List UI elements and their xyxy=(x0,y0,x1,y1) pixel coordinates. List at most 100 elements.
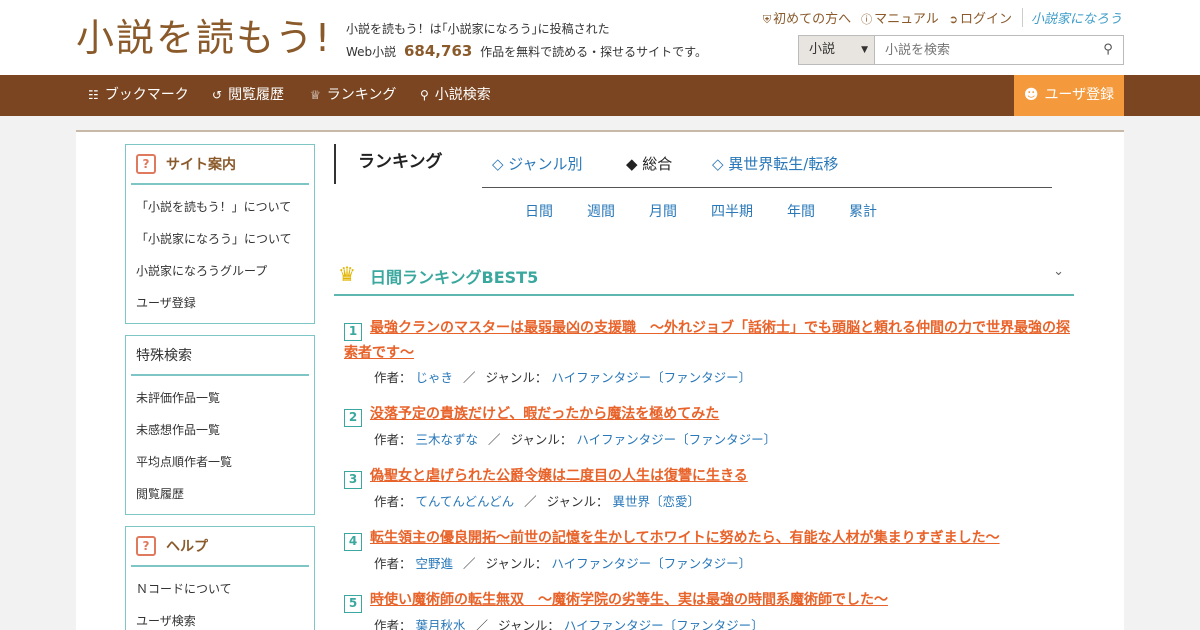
genre-label: ジャンル： xyxy=(485,370,548,385)
ranking-title: ランキング xyxy=(358,152,443,172)
genre-link[interactable]: ハイファンタジー〔ファンタジー〕 xyxy=(551,556,751,571)
novel-title-link[interactable]: 最強クランのマスターは最弱最凶の支援職 ～外れジョブ「話術士」でも頭脳と頼れる仲… xyxy=(344,320,1070,361)
genre-link[interactable]: ハイファンタジー〔ファンタジー〕 xyxy=(551,370,751,385)
genre-link[interactable]: ハイファンタジー〔ファンタジー〕 xyxy=(564,618,764,630)
ranking-header: ランキング xyxy=(334,144,443,184)
caret-down-icon: ▼ xyxy=(861,45,868,55)
genre-link[interactable]: ハイファンタジー〔ファンタジー〕 xyxy=(576,432,776,447)
period-daily[interactable]: 日間 xyxy=(525,201,553,221)
nav-ranking[interactable]: ♕ ランキング xyxy=(310,75,396,116)
sidebar-item-user-search[interactable]: ユーザ検索 xyxy=(126,605,314,630)
ranking-entry: 1 最強クランのマスターは最弱最凶の支援職 ～外れジョブ「話術士」でも頭脳と頼れる… xyxy=(344,316,1074,389)
separator: ／ xyxy=(463,370,476,385)
search-icon: ⚲ xyxy=(420,88,429,102)
author-label: 作者： xyxy=(374,618,412,630)
sidebar-special-search: 特殊検索 未評価作品一覧 未感想作品一覧 平均点順作者一覧 閲覧履歴 xyxy=(125,335,315,515)
genre-link[interactable]: 異世界〔恋愛〕 xyxy=(613,494,701,509)
nav-history[interactable]: ↺ 閲覧履歴 xyxy=(212,75,284,116)
crown-icon: ♕ xyxy=(310,88,321,102)
ranking-entry: 4 転生領主の優良開拓〜前世の記憶を生かしてホワイトに努めたら、有能な人材が集まり… xyxy=(344,526,1074,575)
period-weekly[interactable]: 週間 xyxy=(587,201,615,221)
rank-number: 3 xyxy=(344,471,362,489)
sidebar-site-guide: ? サイト案内 「小説を読もう！」について 「小説家になろう」について 小説家に… xyxy=(125,144,315,324)
novel-title-link[interactable]: 没落予定の貴族だけど、暇だったから魔法を極めてみた xyxy=(370,406,719,422)
author-label: 作者： xyxy=(374,370,412,385)
search-icon[interactable]: ⚲ xyxy=(1093,36,1123,64)
sidebar-item-no-reviews[interactable]: 未感想作品一覧 xyxy=(126,414,314,446)
tab-genre[interactable]: ◇ ジャンル別 xyxy=(492,144,583,184)
period-monthly[interactable]: 月間 xyxy=(649,201,677,221)
sidebar-item-ncode[interactable]: Ｎコードについて xyxy=(126,573,314,605)
search-type-select[interactable]: 小説 ▼ xyxy=(799,36,875,64)
tagline-line2: Web小説 684,763 作品を無料で読める・探せるサイトです。 xyxy=(346,40,707,63)
tagline-line1: 小説を読もう！は｢小説家になろう｣に投稿された xyxy=(346,22,610,36)
sidebar-item-about-naro[interactable]: 「小説家になろう」について xyxy=(126,223,314,255)
period-quarterly[interactable]: 四半期 xyxy=(711,201,753,221)
bookshelf-icon: ☷ xyxy=(88,88,99,102)
author-link[interactable]: 空野進 xyxy=(416,556,454,571)
novel-count: 684,763 xyxy=(404,42,473,60)
sidebar-item-unrated[interactable]: 未評価作品一覧 xyxy=(126,382,314,414)
naro-logo-link[interactable]: 小説家になろう xyxy=(1021,8,1122,27)
novel-title-link[interactable]: 偽聖女と虐げられた公爵令嬢は二度目の人生は復讐に生きる xyxy=(370,468,748,484)
help-icon: ? xyxy=(136,536,156,556)
separator: ／ xyxy=(488,432,501,447)
shield-icon: ⛨ xyxy=(762,13,772,26)
help-icon: ? xyxy=(136,154,156,174)
site-logo[interactable]: 小説を読もう! xyxy=(76,14,332,62)
login-icon: ➲ xyxy=(948,13,958,26)
entry-meta: 作者： 空野進 ／ ジャンル： ハイファンタジー〔ファンタジー〕 xyxy=(344,553,1074,575)
chevron-down-icon[interactable]: ⌄ xyxy=(1053,264,1064,279)
register-button[interactable]: ☻ ユーザ登録 xyxy=(1014,75,1124,116)
author-label: 作者： xyxy=(374,556,412,571)
genre-label: ジャンル： xyxy=(546,494,609,509)
tagline-prefix: Web小説 xyxy=(346,45,397,59)
tagline-suffix: 作品を無料で読める・探せるサイトです。 xyxy=(480,45,707,59)
help-heading: ? ヘルプ xyxy=(131,527,309,567)
tab-divider xyxy=(482,187,1052,188)
author-link[interactable]: てんてんどんどん xyxy=(416,494,515,509)
user-icon: ☻ xyxy=(1023,87,1039,103)
rank-number: 5 xyxy=(344,595,362,613)
author-label: 作者： xyxy=(374,494,412,509)
novel-title-link[interactable]: 時使い魔術師の転生無双 ～魔術学院の劣等生、実は最強の時間系魔術師でした～ xyxy=(370,592,888,608)
sidebar-item-about-yomou[interactable]: 「小説を読もう！」について xyxy=(126,191,314,223)
separator: ／ xyxy=(524,494,537,509)
sidebar-item-naro-group[interactable]: 小説家になろうグループ xyxy=(126,255,314,287)
question-circle-icon: ⓘ xyxy=(861,13,873,26)
novel-title-link[interactable]: 転生領主の優良開拓〜前世の記憶を生かしてホワイトに努めたら、有能な人材が集まりす… xyxy=(370,530,1000,546)
first-time-link[interactable]: ⛨ 初めての方へ xyxy=(763,8,851,27)
ranking-entry: 2 没落予定の貴族だけど、暇だったから魔法を極めてみた 作者： 三木なずな ／ ジ… xyxy=(344,402,1074,451)
author-link[interactable]: じゃき xyxy=(416,370,454,385)
author-label: 作者： xyxy=(374,432,412,447)
site-header: 小説を読もう! 小説を読もう！は｢小説家になろう｣に投稿された Web小説 68… xyxy=(0,0,1200,75)
period-yearly[interactable]: 年間 xyxy=(787,201,815,221)
search-bar: 小説▼ ⚲ xyxy=(798,35,1124,65)
rank-number: 1 xyxy=(344,323,362,341)
nav-search[interactable]: ⚲ 小説検索 xyxy=(420,75,491,116)
manual-link[interactable]: ⓘ マニュアル xyxy=(861,8,939,27)
special-search-heading: 特殊検索 xyxy=(131,336,309,376)
sidebar-item-register[interactable]: ユーザ登録 xyxy=(126,287,314,319)
sidebar-item-history[interactable]: 閲覧履歴 xyxy=(126,478,314,510)
author-link[interactable]: 三木なずな xyxy=(416,432,479,447)
author-link[interactable]: 葉月秋水 xyxy=(416,618,466,630)
best5-title: 日間ランキングBEST5 xyxy=(370,268,539,287)
rank-number: 2 xyxy=(344,409,362,427)
content-panel: ? サイト案内 「小説を読もう！」について 「小説家になろう」について 小説家に… xyxy=(76,130,1124,630)
search-input[interactable] xyxy=(875,36,1093,64)
best5-header[interactable]: ♛ 日間ランキングBEST5 ⌄ xyxy=(334,256,1074,296)
sidebar-help: ? ヘルプ Ｎコードについて ユーザ検索 xyxy=(125,526,315,630)
nav-bookmark[interactable]: ☷ ブックマーク xyxy=(88,75,189,116)
tab-isekai[interactable]: ◇ 異世界転生/転移 xyxy=(712,144,838,184)
genre-label: ジャンル： xyxy=(510,432,573,447)
rank-number: 4 xyxy=(344,533,362,551)
login-link[interactable]: ➲ ログイン xyxy=(949,8,1012,27)
sidebar-item-author-average[interactable]: 平均点順作者一覧 xyxy=(126,446,314,478)
period-total[interactable]: 累計 xyxy=(849,201,877,221)
tab-overall[interactable]: ◆ 総合 xyxy=(626,144,672,184)
entry-meta: じゃき 作者： じゃき ／ ジャンル： ハイファンタジー〔ファンタジー〕 xyxy=(344,367,1074,389)
main-nav: ☷ ブックマーク ↺ 閲覧履歴 ♕ ランキング ⚲ 小説検索 ☻ ユーザ登録 xyxy=(0,75,1200,116)
ranking-entry: 5 時使い魔術師の転生無双 ～魔術学院の劣等生、実は最強の時間系魔術師でした～ 作… xyxy=(344,588,1074,630)
genre-label: ジャンル： xyxy=(485,556,548,571)
